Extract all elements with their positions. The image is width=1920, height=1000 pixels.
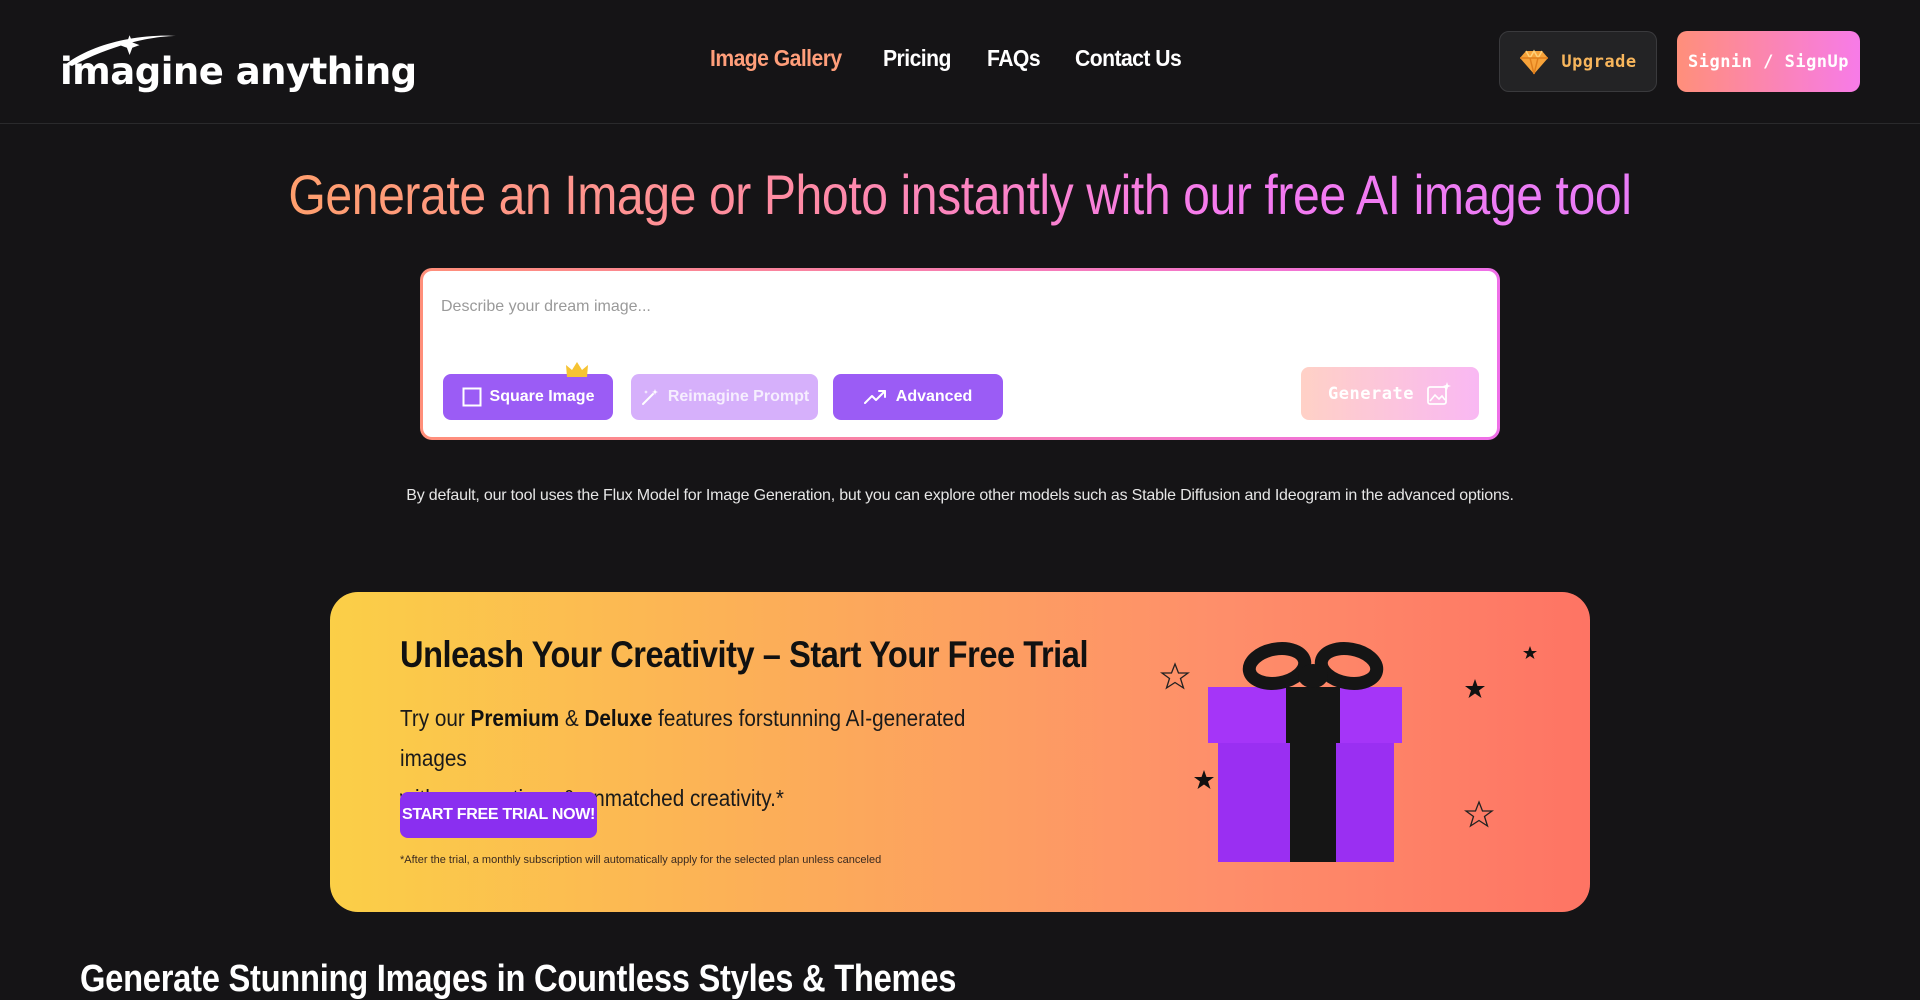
trending-up-icon xyxy=(863,390,886,404)
nav-pricing[interactable]: Pricing xyxy=(883,45,951,72)
generate-button[interactable]: Generate xyxy=(1301,367,1479,420)
star-icon xyxy=(1465,679,1485,698)
star-icon xyxy=(1160,662,1190,690)
advanced-button[interactable]: Advanced xyxy=(833,374,1003,420)
square-icon xyxy=(462,387,482,407)
signin-signup-button[interactable]: Signin / SignUp xyxy=(1677,31,1860,92)
logo[interactable]: imagine anything xyxy=(58,30,417,100)
banner-text-1: Try our xyxy=(400,705,471,731)
gift-icon xyxy=(1160,642,1537,862)
prompt-input[interactable] xyxy=(441,293,1441,321)
nav-faqs[interactable]: FAQs xyxy=(987,45,1041,72)
magic-wand-icon xyxy=(641,389,658,405)
upgrade-button[interactable]: Upgrade xyxy=(1499,31,1657,92)
reimagine-prompt-button[interactable]: Reimagine Prompt xyxy=(631,374,818,420)
nav-image-gallery[interactable]: Image Gallery xyxy=(710,45,842,72)
hero-title-part1: Generate an Image or xyxy=(288,163,752,226)
logo-text: imagine anything xyxy=(60,50,417,93)
free-trial-banner: Unleash Your Creativity – Start Your Fre… xyxy=(330,592,1590,912)
premium-label: Premium xyxy=(470,705,560,731)
banner-title: Unleash Your Creativity – Start Your Fre… xyxy=(400,634,1089,675)
model-note: By default, our tool uses the Flux Model… xyxy=(406,487,1514,504)
deluxe-label: Deluxe xyxy=(584,705,653,731)
advanced-label: Advanced xyxy=(895,388,973,405)
site-header: imagine anything Image Gallery Pricing F… xyxy=(0,0,1920,124)
square-image-label: Square Image xyxy=(489,388,595,405)
star-icon xyxy=(1464,800,1494,828)
prompt-box: Square Image Reimagine Prompt Advanced G… xyxy=(420,268,1500,440)
generate-label: Generate xyxy=(1328,383,1414,404)
diamond-icon xyxy=(1520,48,1549,74)
upgrade-label: Upgrade xyxy=(1561,51,1637,72)
section-title: Generate Stunning Images in Countless St… xyxy=(80,958,957,1000)
signin-label: Signin / SignUp xyxy=(1687,51,1850,72)
main-nav: Image Gallery Pricing FAQs Contact Us xyxy=(710,45,1190,72)
trial-fineprint: *After the trial, a monthly subscription… xyxy=(400,854,882,866)
nav-contact-us[interactable]: Contact Us xyxy=(1075,45,1182,72)
hero-title: Generate an Image or Photo instantly wit… xyxy=(0,162,1920,227)
star-icon xyxy=(1194,770,1214,789)
crown-icon xyxy=(566,362,588,377)
image-sparkle-icon xyxy=(1427,381,1451,405)
start-free-trial-button[interactable]: START FREE TRIAL NOW! xyxy=(400,792,597,838)
star-icon xyxy=(1523,646,1537,659)
banner-amp: & xyxy=(559,705,585,731)
square-image-button[interactable]: Square Image xyxy=(443,374,613,420)
reimagine-prompt-label: Reimagine Prompt xyxy=(667,388,810,405)
hero-title-part2: Photo instantly with our free AI image t… xyxy=(763,163,1632,226)
